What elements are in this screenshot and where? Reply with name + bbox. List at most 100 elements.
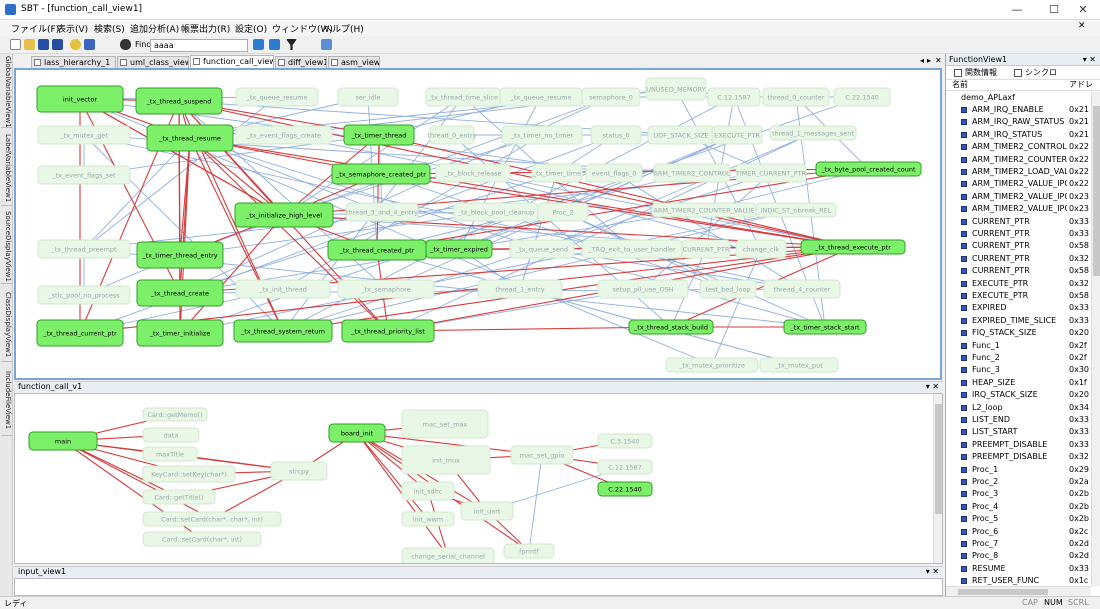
panel-controls[interactable]: ▾ ✕ (1083, 54, 1096, 65)
function-list-item[interactable]: Proc_6 0x2c (946, 526, 1091, 538)
function-view-scrollbar[interactable] (1091, 92, 1100, 586)
function-list-item[interactable]: Proc_5 0x2b (946, 513, 1091, 525)
function-node[interactable]: ARM_TIMER2_COUNTER_VALUE (651, 202, 757, 218)
function-node[interactable]: _tx_block_release (435, 163, 511, 183)
input-view-area[interactable] (14, 578, 943, 596)
function-list-item[interactable]: CURRENT_PTR 0x33 (946, 228, 1091, 240)
binoculars-icon[interactable] (120, 39, 131, 50)
function-node[interactable]: Proc_2 (537, 202, 589, 222)
function-node[interactable]: thread_0_entry (427, 125, 477, 145)
function-node[interactable]: _tx_thread_time_slice (425, 87, 501, 107)
function-node[interactable]: thread_1_entry (477, 279, 563, 299)
function-node[interactable]: C.3.1540 (597, 433, 653, 449)
save-all-icon[interactable] (52, 39, 63, 50)
tab-uml-class-view[interactable]: uml_class_view (117, 56, 189, 68)
function-list-item[interactable]: EXPIRED 0x33 (946, 302, 1091, 314)
function-node[interactable]: maxTitle (142, 446, 198, 462)
function-list-item[interactable]: CURRENT_PTR 0x58 (946, 265, 1091, 277)
function-node[interactable]: _tx_initialize_high_level (234, 202, 334, 228)
function-list-item[interactable]: EXECUTE_PTR 0x58 (946, 290, 1091, 302)
function-node[interactable]: Card::setCard(char*, int) (142, 531, 262, 547)
function-node[interactable]: strcpy (270, 461, 328, 481)
save-icon[interactable] (38, 39, 49, 50)
function-list-item[interactable]: EXECUTE_PTR 0x32 (946, 278, 1091, 290)
tab-asm-view[interactable]: asm_view1 (328, 56, 380, 68)
tab-class-display-view[interactable]: ClassDisplayView1 (1, 288, 12, 362)
function-list-item[interactable]: ARM_IRQ_ENABLE 0x21 (946, 104, 1091, 116)
find-input[interactable]: aaaa (150, 39, 248, 52)
function-node[interactable]: Card::setCard(char*, char*, int) (142, 511, 282, 527)
function-node[interactable]: _tx_byte_pool_created_count (815, 161, 922, 177)
function-node[interactable]: _tx_timer_stack_start (783, 319, 867, 335)
function-node[interactable]: INDIC_ST_nbreak_REL (755, 202, 837, 218)
filter-icon[interactable] (286, 39, 297, 50)
sync-checkbox[interactable] (1014, 69, 1022, 77)
function-node[interactable]: C.22.1540 (833, 87, 891, 107)
function-list-item[interactable]: CURRENT_PTR 0x32 (946, 253, 1091, 265)
scrollbar-thumb[interactable] (1093, 106, 1100, 276)
tab-scroll-right-icon[interactable]: ▸ (927, 56, 931, 65)
function-list-item[interactable]: L2_loop 0x34 (946, 402, 1091, 414)
function-node[interactable]: _tx_thread_current_ptr (36, 319, 124, 347)
function-node[interactable]: CURRENT_PTR (681, 239, 731, 259)
function-list-item[interactable]: Proc_2 0x2a (946, 476, 1091, 488)
tab-global-variable-view[interactable]: GlobalVariableView1 (1, 56, 12, 128)
new-file-icon[interactable] (10, 39, 21, 50)
function-list-item[interactable]: LIST_START 0x33 (946, 426, 1091, 438)
function-node[interactable]: _tx_thread_preempt (37, 239, 131, 259)
function-list-item[interactable]: Proc_4 0x2b (946, 501, 1091, 513)
close-window-button[interactable]: ✕ (1066, 0, 1100, 20)
function-node[interactable]: _tx_queue_resume (235, 87, 319, 107)
minimize-button[interactable]: — (1000, 0, 1034, 20)
function-list-item[interactable]: ARM_TIMER2_VALUE_IPG...0x22 (946, 178, 1091, 190)
function-node[interactable]: _tx_thread_execute_ptr (800, 239, 906, 255)
tab-function-call-view[interactable]: function_call_view1 (190, 55, 274, 68)
function-node[interactable]: thread_4_counter (763, 279, 841, 299)
function-node[interactable]: _tx_thread_suspend (135, 87, 223, 115)
function-node[interactable]: _tx_event_flags_create (235, 125, 333, 145)
help-pointer-icon[interactable] (84, 39, 95, 50)
function-node[interactable]: C.12.1587 (707, 87, 761, 107)
function-info-checkbox[interactable] (954, 69, 962, 77)
function-node[interactable]: _tx_semaphore (337, 279, 435, 299)
function-node[interactable]: UNUSED_MEMORY (645, 77, 707, 101)
function-node[interactable]: semaphore_0 (581, 87, 641, 107)
function-list-item[interactable]: Func_1 0x2f (946, 340, 1091, 352)
tab-diff-view[interactable]: diff_view1 (275, 56, 327, 68)
function-node[interactable]: _tx_mutex_prioritize (665, 357, 759, 373)
function-node[interactable]: _tx_semaphore_created_ptr (331, 163, 431, 185)
function-node[interactable]: init_uart (460, 501, 514, 521)
open-folder-icon[interactable] (24, 39, 35, 50)
function-node[interactable]: ARM_TIMER2_CONTROL (653, 163, 731, 183)
panel-controls[interactable]: ▾ ✕ (926, 567, 939, 577)
info-icon[interactable] (70, 39, 81, 50)
function-list-item[interactable]: ARM_TIMER2_VALUE_IPG...0x23 (946, 203, 1091, 215)
function-node[interactable]: C.22.1540 (597, 481, 653, 497)
function-list-item[interactable]: ARM_TIMER2_COUNTER_...0x22 (946, 154, 1091, 166)
function-list-item[interactable]: PREEMPT_DISABLE 0x33 (946, 439, 1091, 451)
function-node[interactable]: _tx_thread_create (136, 279, 224, 307)
function-call-subgraph[interactable]: main Card::getMemo() data maxTitle KeyCard::… (14, 393, 943, 564)
function-list-item[interactable]: ARM_TIMER2_CONTROL 0x22 (946, 141, 1091, 153)
window-layout-icon[interactable] (321, 39, 332, 50)
function-node[interactable]: test_bed_loop (699, 279, 757, 299)
function-list-item[interactable]: IRQ_STACK_SIZE 0x20 (946, 389, 1091, 401)
function-list-item[interactable]: Proc_1 0x29 (946, 464, 1091, 476)
function-node[interactable]: mac_set_gpio (510, 445, 574, 465)
function-node[interactable]: _tx_mutex_get (37, 125, 131, 145)
function-node[interactable]: main (28, 431, 98, 451)
function-node[interactable]: _tx_timer_initialize (136, 319, 224, 347)
function-node[interactable]: _tx_queue_resume (499, 87, 583, 107)
function-list-item[interactable]: FIQ_STACK_SIZE 0x20 (946, 327, 1091, 339)
function-node[interactable]: ser_idle (337, 87, 399, 107)
menu-report[interactable]: 帳票出力(R) (181, 22, 230, 35)
function-node[interactable]: thread_1_messages_sent (769, 125, 857, 141)
function-list-item[interactable]: CURRENT_PTR 0x58 (946, 240, 1091, 252)
function-list-item[interactable]: ARM_TIMER2_VALUE_IPG...0x23 (946, 191, 1091, 203)
find-next-icon[interactable] (269, 39, 280, 50)
menu-settings[interactable]: 設定(O) (235, 22, 267, 35)
function-node[interactable]: _tx_block_pool_cleanup (453, 202, 539, 222)
menu-help[interactable]: ヘルプ(H) (323, 22, 364, 35)
find-prev-icon[interactable] (253, 39, 264, 50)
menu-analysis[interactable]: 追加分析(A) (130, 22, 179, 35)
